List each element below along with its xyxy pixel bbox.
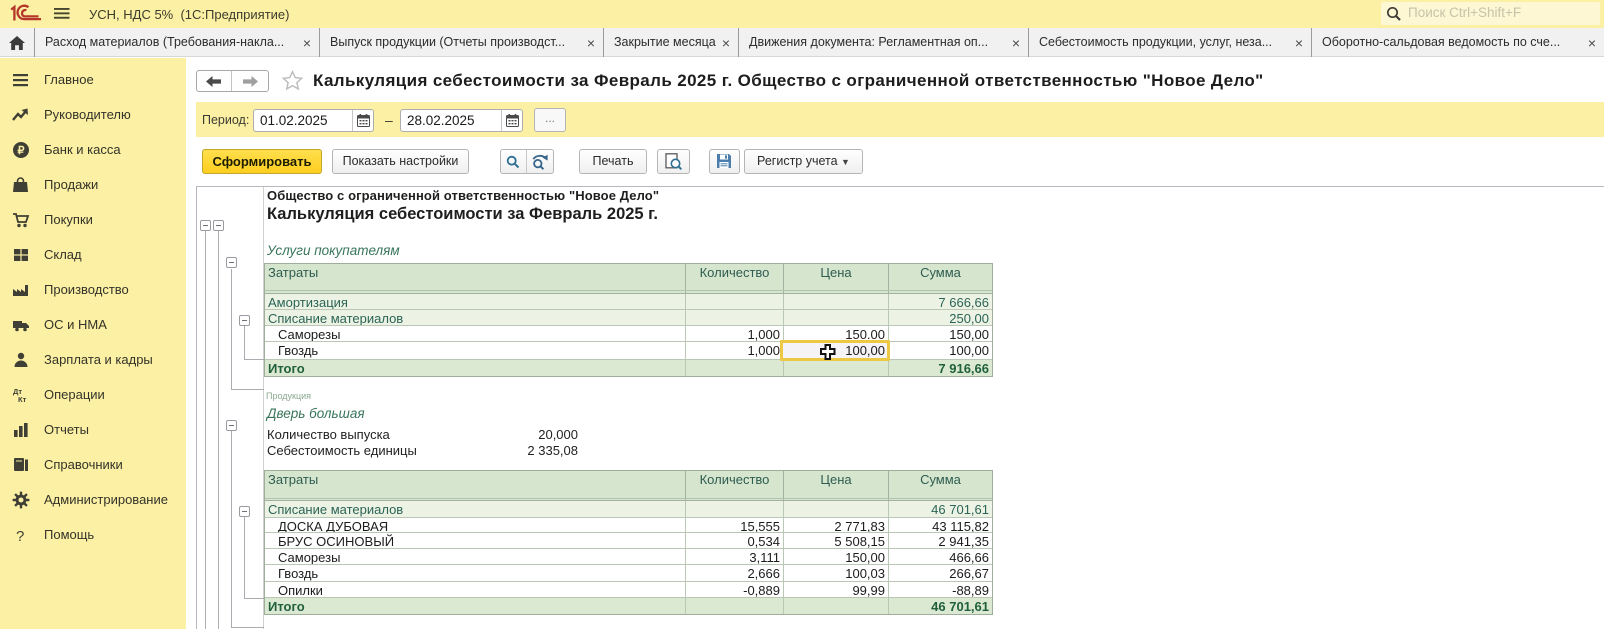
svg-text:₽: ₽ — [18, 145, 25, 157]
svg-text:Кт: Кт — [18, 395, 27, 404]
svg-text:?: ? — [16, 528, 24, 544]
